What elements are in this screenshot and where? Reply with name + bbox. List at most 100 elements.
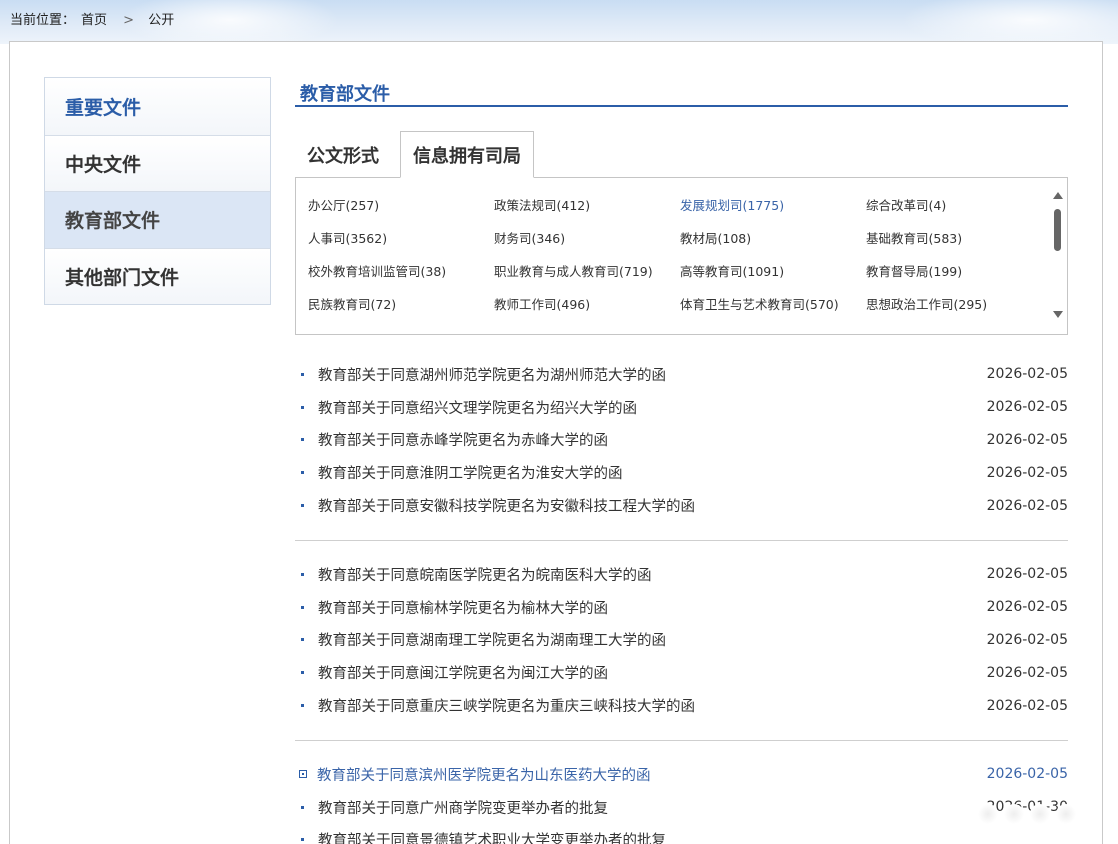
bullet-icon (301, 405, 304, 409)
department-link[interactable]: 发展规划司(1775) (680, 196, 866, 215)
list-item[interactable]: 教育部关于同意重庆三峡学院更名为重庆三峡科技大学的函 2026-02-05 (295, 689, 1068, 722)
list-item[interactable]: 教育部关于同意皖南医学院更名为皖南医科大学的函 2026-02-05 (295, 558, 1068, 591)
document-list: 教育部关于同意湖州师范学院更名为湖州师范大学的函 2026-02-05 教育部关于同… (295, 358, 1068, 522)
list-item[interactable]: 教育部关于同意淮阴工学院更名为淮安大学的函 2026-02-05 (295, 456, 1068, 489)
department-link[interactable]: 教育督导局(199) (866, 262, 1048, 281)
list-item[interactable]: 教育部关于同意安徽科技学院更名为安徽科技工程大学的函 2026-02-05 (295, 489, 1068, 522)
document-title-link[interactable]: 教育部关于同意绍兴文理学院更名为绍兴大学的函 (318, 397, 637, 418)
sidebar-item-other-dept-docs[interactable]: 其他部门文件 (45, 247, 270, 304)
document-title-link[interactable]: 教育部关于同意湖南理工学院更名为湖南理工大学的函 (318, 629, 666, 650)
department-link[interactable]: 思想政治工作司(295) (866, 295, 1048, 314)
department-panel: 办公厅(257) 政策法规司(412) 发展规划司(1775) 综合改革司(4) 人事司… (295, 177, 1068, 335)
tab-label: 公文形式 (307, 145, 379, 167)
document-title-link[interactable]: 教育部关于同意广州商学院变更举办者的批复 (318, 797, 608, 818)
bullet-icon (301, 605, 304, 609)
document-date: 2026-02-05 (986, 497, 1068, 514)
department-link[interactable]: 政策法规司(412) (494, 196, 680, 215)
tab-department[interactable]: 信息拥有司局 (400, 131, 534, 178)
list-item[interactable]: 教育部关于同意景德镇艺术职业大学变更举办者的批复 (295, 824, 1068, 844)
scroll-down-icon[interactable] (1053, 311, 1063, 318)
list-item-main: 教育部关于同意皖南医学院更名为皖南医科大学的函 (295, 564, 652, 585)
document-title-link[interactable]: 教育部关于同意滨州医学院更名为山东医药大学的函 (317, 764, 651, 785)
tab-document-form[interactable]: 公文形式 (295, 131, 391, 178)
bullet-icon (301, 805, 304, 809)
bullet-icon (301, 838, 304, 842)
list-item-main: 教育部关于同意绍兴文理学院更名为绍兴大学的函 (295, 397, 637, 418)
document-date: 2026-02-05 (986, 599, 1068, 616)
document-title-link[interactable]: 教育部关于同意皖南医学院更名为皖南医科大学的函 (318, 564, 652, 585)
document-title-link[interactable]: 教育部关于同意榆林学院更名为榆林大学的函 (318, 597, 608, 618)
tab-bar: 公文形式 信息拥有司局 (295, 131, 534, 178)
list-item[interactable]: 教育部关于同意广州商学院变更举办者的批复 2026-01-30 (295, 791, 1068, 824)
bullet-icon (301, 671, 304, 675)
top-banner: 当前位置： 首页 > 公开 (0, 0, 1118, 50)
list-item-main: 教育部关于同意闽江学院更名为闽江大学的函 (295, 662, 608, 683)
department-link[interactable]: 高等教育司(1091) (680, 262, 866, 281)
sidebar-item-label: 重要文件 (65, 96, 142, 119)
tab-label: 信息拥有司局 (413, 145, 521, 167)
breadcrumb-current: 公开 (148, 13, 175, 28)
document-date: 2026-02-05 (986, 631, 1068, 648)
list-item[interactable]: 教育部关于同意赤峰学院更名为赤峰大学的函 2026-02-05 (295, 424, 1068, 457)
selected-bullet-icon (299, 770, 307, 779)
list-item[interactable]: 教育部关于同意绍兴文理学院更名为绍兴大学的函 2026-02-05 (295, 391, 1068, 424)
bullet-icon (301, 504, 304, 508)
document-date: 2026-02-05 (986, 399, 1068, 416)
title-underline (295, 105, 1068, 107)
document-list: 教育部关于同意皖南医学院更名为皖南医科大学的函 2026-02-05 教育部关于同意… (295, 558, 1068, 722)
bullet-icon (301, 471, 304, 475)
department-link[interactable]: 教师工作司(496) (494, 295, 680, 314)
department-link[interactable]: 综合改革司(4) (866, 196, 1048, 215)
bullet-icon (301, 572, 304, 576)
list-item[interactable]: 教育部关于同意滨州医学院更名为山东医药大学的函 2026-02-05 (295, 758, 1068, 791)
department-link[interactable]: 财务司(346) (494, 229, 680, 248)
list-item-main: 教育部关于同意湖南理工学院更名为湖南理工大学的函 (295, 629, 666, 650)
scroll-up-icon[interactable] (1053, 192, 1063, 199)
list-item[interactable]: 教育部关于同意榆林学院更名为榆林大学的函 2026-02-05 (295, 591, 1068, 624)
sidebar-item-moe-docs[interactable]: 教育部文件 (45, 191, 270, 248)
document-title-link[interactable]: 教育部关于同意景德镇艺术职业大学变更举办者的批复 (318, 829, 666, 844)
watermark (978, 796, 1108, 832)
document-date: 2026-02-05 (986, 766, 1068, 783)
sidebar-item-central-docs[interactable]: 中央文件 (45, 134, 270, 191)
sidebar-item-important-docs[interactable]: 重要文件 (45, 78, 270, 135)
department-link[interactable]: 人事司(3562) (308, 229, 494, 248)
list-item-main: 教育部关于同意滨州医学院更名为山东医药大学的函 (295, 764, 651, 785)
department-link[interactable]: 教材局(108) (680, 229, 866, 248)
sidebar: 重要文件 中央文件 教育部文件 其他部门文件 (44, 77, 271, 305)
department-link[interactable]: 体育卫生与艺术教育司(570) (680, 295, 866, 314)
list-item-main: 教育部关于同意淮阴工学院更名为淮安大学的函 (295, 462, 623, 483)
department-scrollbar[interactable] (1053, 192, 1063, 318)
breadcrumb: 当前位置： 首页 > 公开 (10, 9, 180, 28)
watermark-dot-icon (1004, 804, 1024, 824)
document-date: 2026-02-05 (986, 697, 1068, 714)
document-title-link[interactable]: 教育部关于同意安徽科技学院更名为安徽科技工程大学的函 (318, 495, 695, 516)
list-item-main: 教育部关于同意榆林学院更名为榆林大学的函 (295, 597, 608, 618)
list-item[interactable]: 教育部关于同意湖南理工学院更名为湖南理工大学的函 2026-02-05 (295, 624, 1068, 657)
document-list: 教育部关于同意滨州医学院更名为山东医药大学的函 2026-02-05 教育部关于同意… (295, 758, 1068, 844)
document-title-link[interactable]: 教育部关于同意淮阴工学院更名为淮安大学的函 (318, 462, 623, 483)
bullet-icon (301, 438, 304, 442)
document-title-link[interactable]: 教育部关于同意重庆三峡学院更名为重庆三峡科技大学的函 (318, 695, 695, 716)
list-item-main: 教育部关于同意景德镇艺术职业大学变更举办者的批复 (295, 829, 666, 844)
document-title-link[interactable]: 教育部关于同意闽江学院更名为闽江大学的函 (318, 662, 608, 683)
sidebar-item-label: 中央文件 (65, 153, 142, 176)
department-link[interactable]: 基础教育司(583) (866, 229, 1048, 248)
list-item[interactable]: 教育部关于同意湖州师范学院更名为湖州师范大学的函 2026-02-05 (295, 358, 1068, 391)
breadcrumb-home-link[interactable]: 首页 (81, 13, 107, 28)
list-item-main: 教育部关于同意赤峰学院更名为赤峰大学的函 (295, 429, 608, 450)
document-date: 2026-02-05 (986, 464, 1068, 481)
list-item[interactable]: 教育部关于同意闽江学院更名为闽江大学的函 2026-02-05 (295, 656, 1068, 689)
document-date: 2026-02-05 (986, 664, 1068, 681)
document-title-link[interactable]: 教育部关于同意湖州师范学院更名为湖州师范大学的函 (318, 364, 666, 385)
sidebar-item-label: 其他部门文件 (65, 266, 180, 289)
document-title-link[interactable]: 教育部关于同意赤峰学院更名为赤峰大学的函 (318, 429, 608, 450)
document-date: 2026-02-05 (986, 431, 1068, 448)
document-date: 2026-02-05 (986, 566, 1068, 583)
watermark-dot-icon (1056, 804, 1076, 824)
department-link[interactable]: 民族教育司(72) (308, 295, 494, 314)
department-link[interactable]: 校外教育培训监管司(38) (308, 262, 494, 281)
department-link[interactable]: 职业教育与成人教育司(719) (494, 262, 680, 281)
department-link[interactable]: 办公厅(257) (308, 196, 494, 215)
scroll-thumb[interactable] (1054, 209, 1061, 251)
